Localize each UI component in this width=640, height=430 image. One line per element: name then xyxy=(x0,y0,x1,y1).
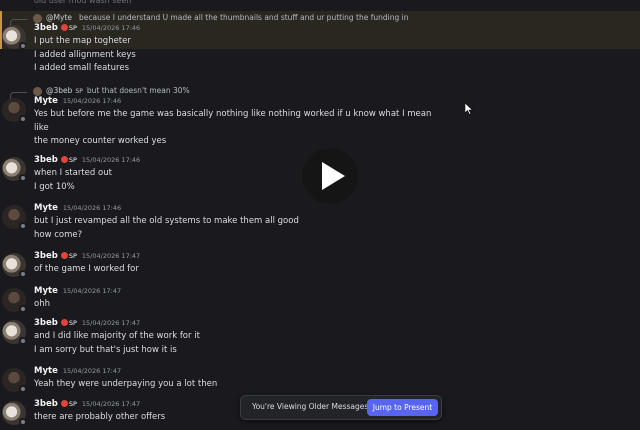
message-text: I put the map togheter xyxy=(34,36,131,46)
message-text: of the game I worked for xyxy=(34,264,139,274)
message-header: Myte 15/04/2026 17:47 xyxy=(34,286,121,298)
message-header: 3beb SP 15/04/2026 17:47 xyxy=(34,318,140,330)
message-text: Yes but before me the game was basically… xyxy=(34,109,432,119)
author-name[interactable]: Myte xyxy=(34,366,58,376)
author-name[interactable]: 3beb xyxy=(34,23,58,33)
mouse-cursor-icon xyxy=(464,100,474,119)
timestamp: 15/04/2026 17:46 xyxy=(81,24,141,32)
server-tag-label: SP xyxy=(68,400,77,408)
server-tag-badge[interactable]: SP xyxy=(60,319,77,327)
status-indicator xyxy=(19,385,26,392)
status-indicator xyxy=(19,337,26,344)
author-name[interactable]: 3beb xyxy=(34,318,58,328)
author-name[interactable]: 3beb xyxy=(34,155,58,165)
reply-author[interactable]: @Myte xyxy=(46,13,72,22)
message-header: Myte 15/04/2026 17:47 xyxy=(34,366,121,378)
status-indicator xyxy=(19,115,26,122)
server-tag-badge[interactable]: SP xyxy=(60,252,77,260)
author-name[interactable]: Myte xyxy=(34,286,58,296)
reply-avatar xyxy=(33,14,42,23)
server-tag-badge[interactable]: SP xyxy=(60,400,77,408)
clipped-previous-message: old user mod wash seen xyxy=(0,0,640,6)
status-indicator xyxy=(19,174,26,181)
server-tag-label: SP xyxy=(68,319,77,327)
message-header: 3beb SP 15/04/2026 17:46 xyxy=(34,155,140,167)
tag-icon xyxy=(60,156,68,163)
timestamp: 15/04/2026 17:46 xyxy=(81,156,141,164)
author-name[interactable]: 3beb xyxy=(34,399,58,409)
message-header: Myte 15/04/2026 17:46 xyxy=(34,96,121,108)
message-text: and I did like majority of the work for … xyxy=(34,331,200,341)
server-tag-label: SP xyxy=(68,24,77,32)
message-header: 3beb SP 15/04/2026 17:46 xyxy=(34,23,140,35)
message-text: when I started out xyxy=(34,168,112,178)
message-text: like xyxy=(34,122,49,133)
message-text: I added small features xyxy=(34,63,129,73)
message-text: I am sorry but that's just how it is xyxy=(34,344,177,355)
timestamp: 15/04/2026 17:46 xyxy=(62,97,122,105)
message-text: there are probably other offers xyxy=(34,412,166,422)
timestamp: 15/04/2026 17:47 xyxy=(81,400,141,408)
server-tag-label: SP xyxy=(68,252,77,260)
reply-text-group: @Myte because I understand U made all the… xyxy=(46,13,408,22)
tag-icon xyxy=(60,252,68,259)
status-indicator xyxy=(19,222,26,229)
message-text: I added allignment keys xyxy=(34,49,136,60)
chat-message-list[interactable]: old user mod wash seen @Myte because I und… xyxy=(0,0,640,430)
mention-highlight-bar xyxy=(0,11,2,49)
server-tag-label: SP xyxy=(68,156,77,164)
timestamp: 15/04/2026 17:47 xyxy=(62,287,122,295)
reply-text: because I understand U made all the thum… xyxy=(78,13,409,22)
message-text: but I just revamped all the old systems … xyxy=(34,216,299,226)
message-text: Yeah they were underpaying you a lot the… xyxy=(34,379,218,389)
message-text: the money counter worked yes xyxy=(34,136,167,146)
reply-text: but that doesn't mean 30% xyxy=(86,86,190,95)
server-tag-badge[interactable]: SP xyxy=(60,24,77,32)
tag-icon xyxy=(60,24,68,31)
jump-to-present-button[interactable]: Jump to Present xyxy=(367,399,438,416)
status-indicator xyxy=(19,418,26,425)
clipped-line: old user mod wash seen xyxy=(34,0,132,5)
status-indicator xyxy=(19,270,26,277)
play-icon xyxy=(322,162,345,190)
status-indicator xyxy=(19,305,26,312)
author-name[interactable]: 3beb xyxy=(34,251,58,261)
older-messages-text: You're Viewing Older Messages xyxy=(252,402,369,411)
older-messages-banner: You're Viewing Older Messages Jump to Pr… xyxy=(240,395,442,420)
message-text: I got 10% xyxy=(34,181,75,192)
message-header: Myte 15/04/2026 17:46 xyxy=(34,203,121,215)
timestamp: 15/04/2026 17:47 xyxy=(81,319,141,327)
reply-badge: SP xyxy=(75,88,83,95)
message-text: ohh xyxy=(34,299,50,309)
timestamp: 15/04/2026 17:47 xyxy=(81,252,141,260)
status-indicator xyxy=(19,42,26,49)
author-name[interactable]: Myte xyxy=(34,96,58,106)
video-play-button[interactable] xyxy=(302,148,358,204)
message-header: 3beb SP 15/04/2026 17:47 xyxy=(34,251,140,263)
tag-icon xyxy=(60,319,68,326)
author-name[interactable]: Myte xyxy=(34,203,58,213)
message-text: how come? xyxy=(34,229,83,240)
reply-text-group: @3beb SP but that doesn't mean 30% xyxy=(46,86,190,95)
reply-avatar xyxy=(33,87,42,96)
timestamp: 15/04/2026 17:46 xyxy=(62,204,122,212)
message-header: 3beb SP 15/04/2026 17:47 xyxy=(34,399,140,411)
tag-icon xyxy=(60,400,68,407)
server-tag-badge[interactable]: SP xyxy=(60,156,77,164)
reply-author[interactable]: @3beb xyxy=(46,86,72,95)
timestamp: 15/04/2026 17:47 xyxy=(62,367,122,375)
